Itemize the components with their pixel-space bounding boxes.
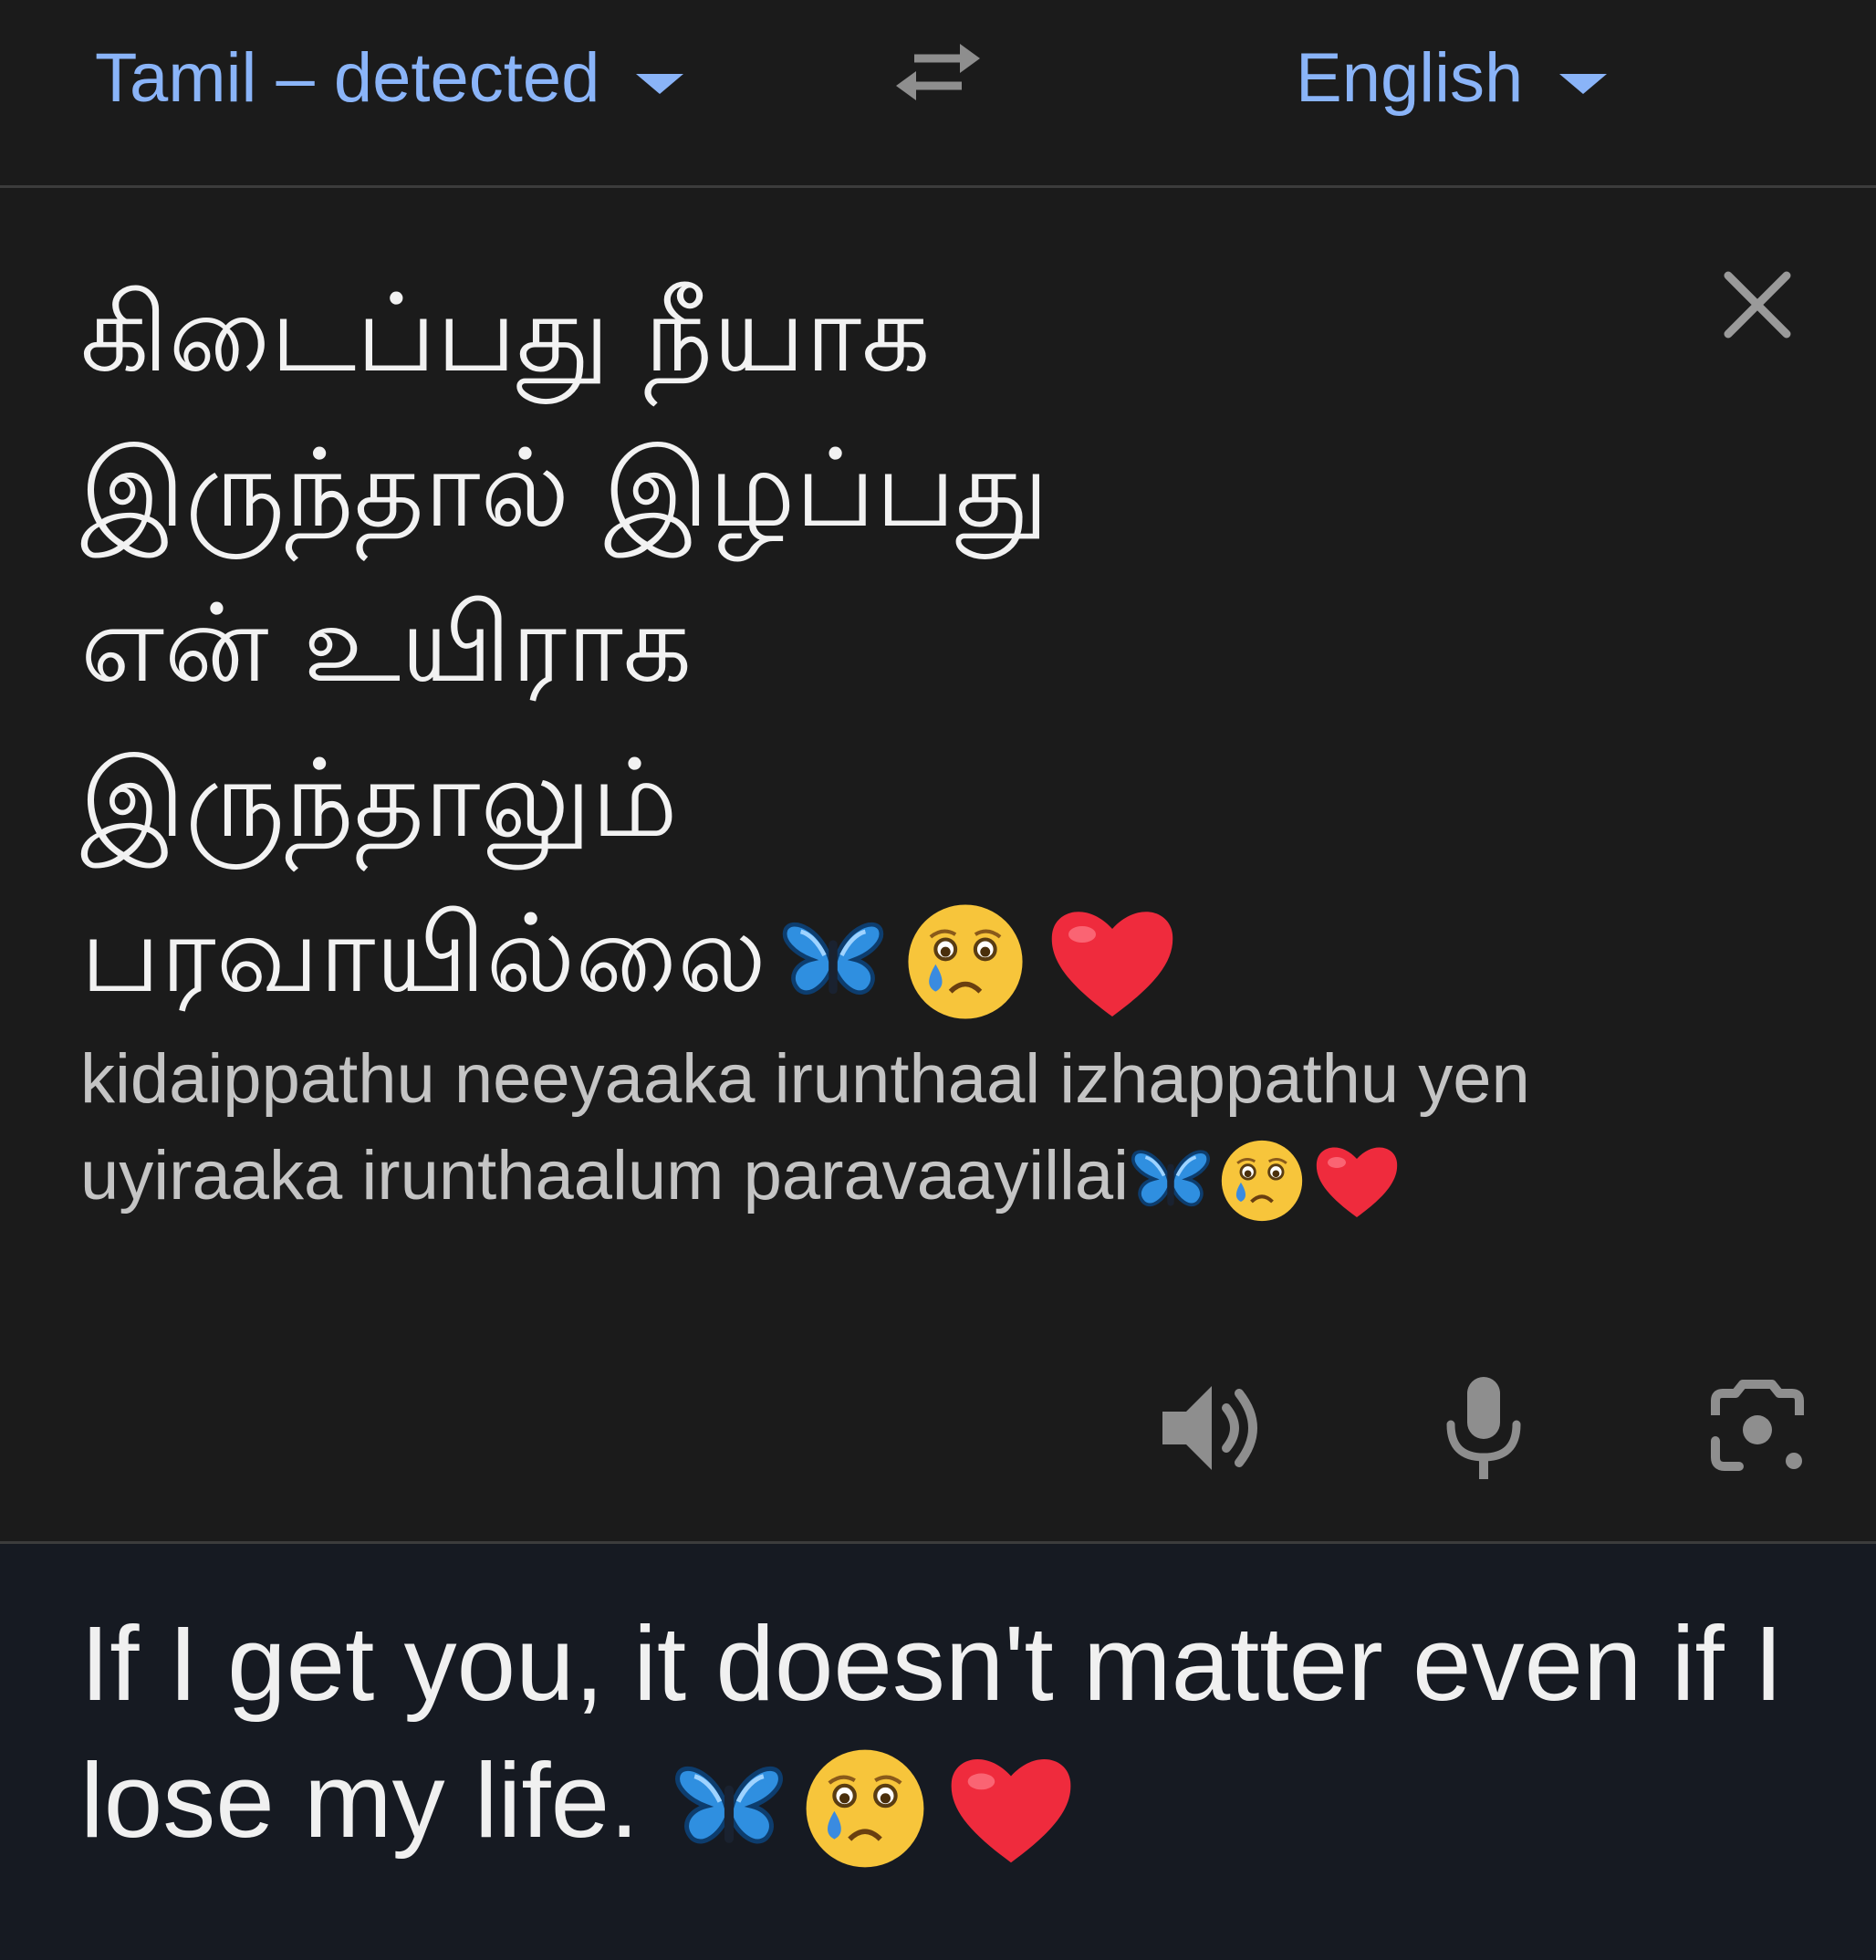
result-emojis	[672, 1741, 1079, 1876]
swap-arrows-icon	[896, 44, 980, 100]
translation-result-panel[interactable]: If I get you, it doesn't matter even if …	[0, 1544, 1876, 1960]
voice-input-button[interactable]	[1429, 1373, 1538, 1483]
translation-result-text: If I get you, it doesn't matter even if …	[80, 1595, 1832, 1876]
butterfly-emoji	[672, 1751, 787, 1866]
target-language-selector[interactable]: English	[1296, 27, 1608, 128]
chevron-down-icon	[1559, 74, 1608, 94]
target-language-label: English	[1296, 38, 1524, 117]
clear-text-button[interactable]	[1714, 261, 1801, 349]
butterfly-emoji	[1129, 1139, 1213, 1223]
swap-languages-button[interactable]	[883, 26, 993, 117]
chevron-down-icon	[636, 74, 684, 94]
divider	[0, 185, 1876, 188]
source-language-selector[interactable]: Tamil – detected	[95, 27, 684, 128]
speaker-icon	[1162, 1386, 1257, 1470]
listen-button[interactable]	[1155, 1373, 1265, 1483]
translate-screen: Tamil – detected English கிடைப்பது நீயாக…	[0, 0, 1876, 1960]
camera-translate-button[interactable]	[1703, 1373, 1812, 1483]
transliteration-emojis	[1129, 1135, 1402, 1226]
source-language-label: Tamil – detected	[95, 38, 600, 117]
red-heart-emoji	[1311, 1135, 1402, 1226]
crying-face-emoji	[801, 1745, 929, 1872]
microphone-icon	[1446, 1377, 1521, 1479]
transliteration-text: kidaippathu neeyaaka irunthaal izhappath…	[80, 1031, 1631, 1226]
source-text[interactable]: கிடைப்பது நீயாக இருந்தால் இழப்பது என் உய…	[80, 255, 1577, 1031]
camera-icon	[1711, 1380, 1804, 1471]
crying-face-emoji	[903, 900, 1027, 1024]
crying-face-emoji	[1218, 1137, 1306, 1225]
source-emojis	[779, 893, 1181, 1030]
red-heart-emoji	[1044, 893, 1181, 1030]
language-bar: Tamil – detected English	[0, 0, 1876, 186]
red-heart-emoji	[943, 1741, 1079, 1876]
close-icon	[1724, 271, 1791, 339]
butterfly-emoji	[779, 908, 887, 1016]
